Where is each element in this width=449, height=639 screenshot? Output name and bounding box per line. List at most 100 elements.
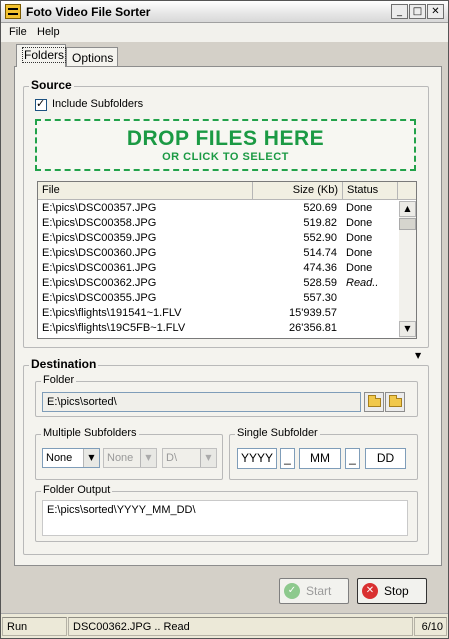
- file-name: E:\pics\DSC00362.JPG: [42, 277, 157, 289]
- table-row[interactable]: E:\pics\DSC00355.JPG 557.30: [38, 291, 399, 306]
- file-size: 528.59: [303, 277, 337, 289]
- file-status: Done: [346, 217, 373, 229]
- close-button[interactable]: ✕: [427, 4, 444, 19]
- maximize-button[interactable]: □: [409, 4, 426, 19]
- scroll-up-icon[interactable]: ▲: [399, 201, 416, 217]
- menu-file[interactable]: File: [9, 26, 27, 38]
- format-year-field[interactable]: YYYY: [237, 448, 277, 469]
- file-size: 474.36: [303, 262, 337, 274]
- table-row[interactable]: E:\pics\DSC00359.JPG 552.90 Done: [38, 231, 399, 246]
- format-day-field[interactable]: DD: [365, 448, 406, 469]
- include-subfolders-checkbox[interactable]: [35, 97, 47, 111]
- chevron-down-icon: ▼: [200, 449, 216, 467]
- folders-panel: Source Include Subfolders DROP FILES HER…: [14, 66, 442, 566]
- file-status: Done: [346, 202, 373, 214]
- status-state: Run: [2, 617, 67, 636]
- file-name: E:\pics\DSC00359.JPG: [42, 232, 157, 244]
- file-name: E:\pics\flights\19C5FB~1.FLV: [42, 322, 186, 334]
- browse-folder-button[interactable]: [364, 392, 384, 412]
- file-status: Done: [346, 232, 373, 244]
- table-row[interactable]: E:\pics\flights\19C5FB~1.FLV 26'356.81: [38, 321, 399, 336]
- file-list-scrollbar[interactable]: ▲ ▼: [399, 201, 416, 338]
- folder-output-label: Folder Output: [41, 484, 113, 496]
- menu-bar: File Help: [1, 23, 448, 42]
- drop-zone-subtitle: OR CLICK TO SELECT: [162, 151, 289, 163]
- subfolder-level1-value: None: [46, 452, 73, 464]
- status-progress: 6/10: [414, 617, 447, 636]
- minimize-button[interactable]: _: [391, 4, 408, 19]
- check-icon: ✓: [284, 583, 300, 599]
- file-name: E:\pics\DSC00355.JPG: [42, 292, 157, 304]
- include-subfolders-label: Include Subfolders: [52, 98, 144, 110]
- subfolder-level3-select[interactable]: D\ ▼: [162, 448, 217, 468]
- start-button-label: Start: [306, 584, 332, 598]
- column-header-status[interactable]: Status: [343, 182, 398, 200]
- tab-folders[interactable]: Folders: [16, 44, 67, 67]
- separator-field[interactable]: _: [280, 448, 295, 469]
- table-row[interactable]: E:\pics\DSC00360.JPG 514.74 Done: [38, 246, 399, 261]
- status-bar: Run DSC00362.JPG .. Read 6/10: [1, 613, 448, 638]
- title-bar[interactable]: Foto Video File Sorter _ □ ✕: [1, 1, 448, 23]
- open-folder-button[interactable]: [385, 392, 405, 412]
- subfolder-level1-select[interactable]: None ▼: [42, 448, 100, 468]
- table-row[interactable]: E:\pics\flights\191541~1.FLV 15'939.57: [38, 306, 399, 321]
- drop-zone[interactable]: DROP FILES HERE OR CLICK TO SELECT: [35, 119, 416, 171]
- table-row[interactable]: E:\pics\DSC00358.JPG 519.82 Done: [38, 216, 399, 231]
- stop-button-label: Stop: [384, 584, 409, 598]
- file-name: E:\pics\DSC00360.JPG: [42, 247, 157, 259]
- subfolder-level3-value: D\: [166, 452, 177, 464]
- drop-zone-title: DROP FILES HERE: [126, 127, 325, 150]
- file-list-rows: E:\pics\DSC00357.JPG 520.69 Done E:\pics…: [38, 201, 399, 336]
- subfolder-level2-value: None: [107, 452, 134, 464]
- file-name: E:\pics\DSC00361.JPG: [42, 262, 157, 274]
- stop-button[interactable]: ✕ Stop: [357, 578, 427, 604]
- folder-open-icon: [389, 395, 402, 407]
- app-icon: [5, 4, 21, 19]
- scroll-down-icon[interactable]: ▼: [399, 321, 416, 337]
- file-status: Read..: [346, 277, 379, 289]
- file-name: E:\pics\DSC00358.JPG: [42, 217, 157, 229]
- format-month-field[interactable]: MM: [299, 448, 341, 469]
- single-subfolder-label: Single Subfolder: [235, 427, 320, 439]
- chevron-down-icon: ▼: [140, 449, 156, 467]
- stop-icon: ✕: [362, 583, 378, 599]
- file-size: 520.69: [303, 202, 337, 214]
- file-name: E:\pics\DSC00357.JPG: [42, 202, 157, 214]
- destination-label: Destination: [29, 357, 99, 371]
- file-size: 552.90: [303, 232, 337, 244]
- destination-folder-input[interactable]: E:\pics\sorted\: [42, 392, 361, 412]
- file-size: 26'356.81: [289, 322, 337, 334]
- start-button[interactable]: ✓ Start: [279, 578, 349, 604]
- file-status: Done: [346, 247, 373, 259]
- multiple-subfolders-label: Multiple Subfolders: [41, 427, 139, 439]
- file-status: Done: [346, 262, 373, 274]
- folder-browse-icon: [368, 395, 381, 407]
- file-size: 519.82: [303, 217, 337, 229]
- file-size: 514.74: [303, 247, 337, 259]
- source-label: Source: [29, 78, 74, 92]
- tab-options[interactable]: Options: [66, 47, 118, 67]
- scroll-thumb[interactable]: [399, 218, 416, 230]
- tab-options-label: Options: [72, 51, 114, 65]
- file-list-header: File Size (Kb) Status: [38, 182, 416, 200]
- folder-output-field: E:\pics\sorted\YYYY_MM_DD\: [42, 500, 408, 536]
- window-title: Foto Video File Sorter: [26, 5, 151, 19]
- file-list[interactable]: File Size (Kb) Status E:\pics\DSC00357.J…: [37, 181, 417, 339]
- table-row[interactable]: E:\pics\DSC00362.JPG 528.59 Read..: [38, 276, 399, 291]
- file-name: E:\pics\flights\191541~1.FLV: [42, 307, 182, 319]
- subfolder-level2-select[interactable]: None ▼: [103, 448, 157, 468]
- table-row[interactable]: E:\pics\DSC00361.JPG 474.36 Done: [38, 261, 399, 276]
- file-size: 557.30: [303, 292, 337, 304]
- separator-field[interactable]: _: [345, 448, 360, 469]
- menu-help[interactable]: Help: [37, 26, 60, 38]
- app-window: Foto Video File Sorter _ □ ✕ File Help F…: [0, 0, 449, 639]
- tab-folders-label: Folders: [22, 47, 67, 63]
- folder-label: Folder: [41, 374, 77, 386]
- file-size: 15'939.57: [289, 307, 337, 319]
- column-header-file[interactable]: File: [38, 182, 253, 200]
- collapse-arrow-icon[interactable]: ▼: [415, 351, 421, 360]
- status-message: DSC00362.JPG .. Read: [68, 617, 413, 636]
- chevron-down-icon: ▼: [83, 449, 99, 467]
- table-row[interactable]: E:\pics\DSC00357.JPG 520.69 Done: [38, 201, 399, 216]
- column-header-size[interactable]: Size (Kb): [253, 182, 343, 200]
